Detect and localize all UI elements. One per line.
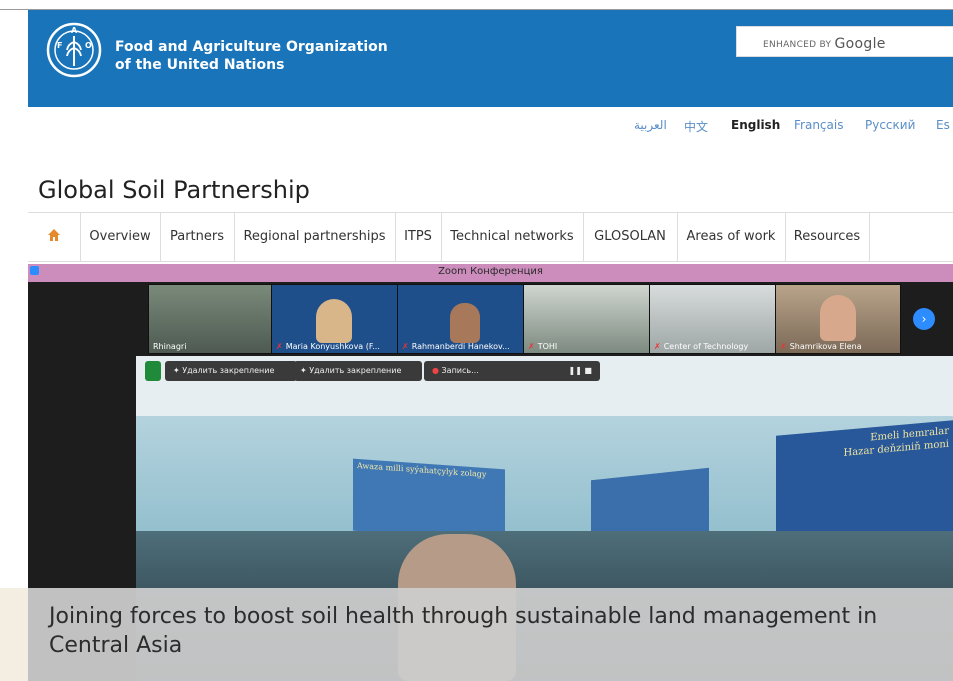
- nav-partners[interactable]: Partners: [160, 213, 235, 261]
- nav-resources[interactable]: Resources: [785, 213, 870, 261]
- lang-french[interactable]: Français: [794, 118, 843, 132]
- nav-technical-networks[interactable]: Technical networks: [441, 213, 584, 261]
- participant-face: [316, 299, 352, 343]
- org-name-line2: of the United Nations: [115, 57, 285, 73]
- participant-name: ✗ Maria Konyushkova (F...: [276, 342, 380, 351]
- svg-text:O: O: [85, 41, 92, 50]
- participant-name: ✗ Rahmanberdi Hanekov...: [402, 342, 510, 351]
- participant-name: ✗ Shamrikova Elena: [780, 342, 862, 351]
- org-name-line1: Food and Agriculture Organization: [115, 39, 388, 55]
- unpin-button: ✦ Удалить закрепление: [165, 361, 297, 381]
- participant-name: Rhinagri: [153, 342, 187, 351]
- security-shield-icon: [145, 361, 161, 381]
- site-header: F A O Food and Agriculture Organization …: [28, 10, 953, 107]
- main-nav: Overview Partners Regional partnerships …: [28, 212, 953, 262]
- poster-right-title: Emeli hemralar Hazar deňziniň moni: [843, 425, 950, 459]
- mic-muted-icon: ✗: [654, 342, 661, 351]
- lang-arabic[interactable]: العربية: [634, 118, 667, 132]
- nav-glosolan[interactable]: GLOSOLAN: [583, 213, 678, 261]
- participant-face: [450, 303, 480, 343]
- home-icon: [48, 229, 60, 241]
- gallery-next-icon: ›: [913, 308, 935, 330]
- mic-muted-icon: ✗: [528, 342, 535, 351]
- page-title[interactable]: Global Soil Partnership: [38, 176, 310, 204]
- left-page-margin: [0, 588, 28, 681]
- unpin-button-2: ✦ Удалить закрепление: [294, 361, 422, 381]
- lang-chinese[interactable]: 中文: [684, 118, 708, 135]
- participant-thumb: ✗ Maria Konyushkova (F...: [271, 284, 398, 354]
- participant-thumb: ✗ Shamrikova Elena: [775, 284, 901, 354]
- nav-overview[interactable]: Overview: [80, 213, 161, 261]
- poster-left-title: Awaza milli syýahatçylyk zolagy: [357, 460, 487, 480]
- hero-caption[interactable]: Joining forces to boost soil health thro…: [28, 588, 953, 681]
- org-name[interactable]: Food and Agriculture Organization of the…: [115, 38, 388, 74]
- pause-stop-icon: ❚❚ ■: [568, 366, 592, 375]
- fao-logo-icon[interactable]: F A O: [46, 22, 102, 78]
- recording-indicator: ● Запись... ❚❚ ■: [424, 361, 600, 381]
- nav-itps[interactable]: ITPS: [395, 213, 442, 261]
- nav-home[interactable]: [28, 213, 81, 261]
- participant-face: [820, 295, 856, 341]
- search-branding: ENHANCED BY Google: [763, 36, 886, 52]
- participant-name: ✗ TOHI: [528, 342, 558, 351]
- zoom-window-title: Zoom Конференция: [438, 266, 543, 277]
- mic-muted-icon: ✗: [276, 342, 283, 351]
- nav-regional-partnerships[interactable]: Regional partnerships: [234, 213, 396, 261]
- pin-icon: ✦: [173, 366, 183, 375]
- mic-muted-icon: ✗: [402, 342, 409, 351]
- lang-russian[interactable]: Русский: [865, 118, 915, 132]
- svg-text:A: A: [71, 26, 78, 35]
- participant-thumb: ✗ Center of Technology: [649, 284, 776, 354]
- participant-thumb: ✗ Rahmanberdi Hanekov...: [397, 284, 524, 354]
- language-switcher: العربية 中文 English Français Русский Es: [0, 118, 953, 138]
- lang-english[interactable]: English: [731, 118, 780, 132]
- lang-spanish[interactable]: Es: [936, 118, 950, 132]
- participant-thumb: Rhinagri: [148, 284, 272, 354]
- participant-thumb: ✗ TOHI: [523, 284, 650, 354]
- svg-text:F: F: [57, 41, 62, 50]
- participant-name: ✗ Center of Technology: [654, 342, 749, 351]
- pin-icon: ✦: [300, 366, 310, 375]
- nav-areas-of-work[interactable]: Areas of work: [677, 213, 786, 261]
- zoom-title-bar: Zoom Конференция: [28, 264, 953, 282]
- poster-left: Awaza milli syýahatçylyk zolagy: [353, 458, 505, 542]
- record-icon: ●: [432, 366, 442, 375]
- hero-caption-text[interactable]: Joining forces to boost soil health thro…: [49, 602, 929, 660]
- mic-muted-icon: ✗: [780, 342, 787, 351]
- search-input[interactable]: ENHANCED BY Google: [736, 26, 953, 57]
